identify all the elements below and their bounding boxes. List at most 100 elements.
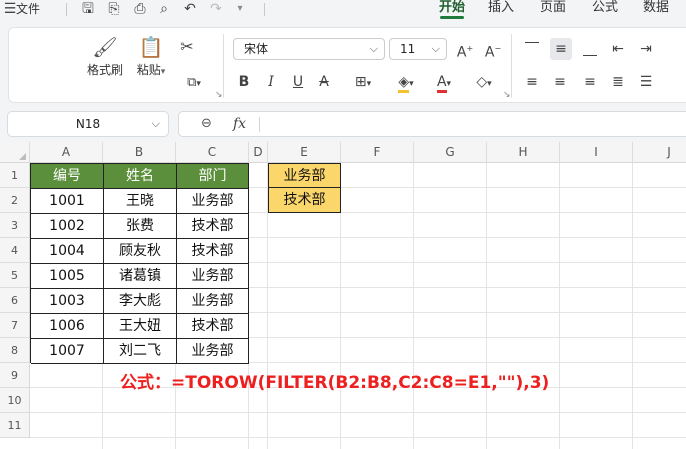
row-header[interactable]: 11 [0,413,30,438]
zoom-formula-icon[interactable]: ⊖ [201,112,212,136]
borders-icon[interactable]: ⊞▾ [349,71,377,93]
insert-function-icon[interactable]: fx [233,112,246,136]
print-icon[interactable]: ⎙ [132,0,148,20]
print-preview-icon[interactable]: ⌕ [156,0,172,20]
align-center-icon[interactable]: ≡ [551,71,569,93]
table-header-cell[interactable]: 部门 [177,164,249,189]
clear-format-icon[interactable]: ◇▾ [469,71,499,93]
increase-font-size-icon[interactable]: A+ [455,38,475,61]
table-cell[interactable]: 业务部 [177,289,249,314]
column-header-a[interactable]: A [30,142,103,163]
table-cell[interactable]: 王大妞 [104,314,177,339]
quick-access-dropdown-icon[interactable]: ▾ [232,0,248,20]
align-top-icon[interactable]: ⎺ [523,38,541,60]
table-header-cell[interactable]: 姓名 [104,164,177,189]
column-header-h[interactable]: H [487,142,560,163]
table-cell[interactable]: 1001 [31,189,104,214]
table-cell[interactable]: 1004 [31,239,104,264]
table-header-cell[interactable]: 编号 [31,164,104,189]
table-cell[interactable]: 王晓 [104,189,177,214]
formula-input-area[interactable]: ⊖ fx [178,111,686,137]
row-header[interactable]: 1 [0,163,30,188]
paste-label: 粘贴▾ [136,63,166,77]
criteria-cell-e1[interactable]: 业务部 [268,163,341,188]
table-cell[interactable]: 业务部 [177,264,249,289]
gridline [30,412,686,413]
align-bottom-icon[interactable]: ⎽ [581,38,599,60]
cut-icon[interactable]: ✂ [177,36,197,58]
row-header[interactable]: 9 [0,363,30,388]
font-color-icon[interactable]: A▾ [429,71,459,93]
paste-button[interactable]: 📋 粘贴▾ [133,35,169,78]
align-middle-icon[interactable]: ≡ [550,38,572,60]
spreadsheet-grid[interactable]: A B C D E F G H I J 1 2 3 4 5 6 7 8 9 10… [0,142,686,449]
name-box[interactable]: N18 ⌵ [7,111,169,137]
employee-table: 编号 姓名 部门 1001 王晓 业务部 1002 张费 技术部 1004 顾友… [30,163,249,364]
table-cell[interactable]: 技术部 [177,239,249,264]
align-left-icon[interactable]: ≡ [523,71,541,93]
justify-icon[interactable]: ≣ [609,71,627,93]
ribbon-divider [223,34,224,98]
table-cell[interactable]: 1005 [31,264,104,289]
bold-icon[interactable]: B [235,71,253,93]
column-header-d[interactable]: D [249,142,268,163]
tab-insert[interactable]: 插入 [488,0,514,20]
table-cell[interactable]: 张费 [104,214,177,239]
column-header-i[interactable]: I [560,142,633,163]
row-header[interactable]: 10 [0,388,30,413]
table-cell[interactable]: 1006 [31,314,104,339]
select-all-corner[interactable] [0,142,30,163]
column-header-f[interactable]: F [341,142,414,163]
copy-icon[interactable]: ⧉▾ [177,72,211,94]
criteria-cell-e2[interactable]: 技术部 [268,188,341,213]
menu-divider [264,3,265,16]
underline-icon[interactable]: U [289,71,307,93]
active-tab-indicator [440,16,464,19]
table-cell[interactable]: 1007 [31,339,104,364]
table-cell[interactable]: 顾友秋 [104,239,177,264]
align-right-icon[interactable]: ≡ [581,71,599,93]
row-header[interactable]: 8 [0,338,30,363]
row-header[interactable]: 2 [0,188,30,213]
font-name-select[interactable]: 宋体 ⌵ [233,38,385,60]
table-cell[interactable]: 技术部 [177,314,249,339]
column-header-b[interactable]: B [103,142,176,163]
column-header-c[interactable]: C [176,142,249,163]
file-menu[interactable]: 文件 [16,0,40,20]
chevron-down-icon: ⌵ [151,117,160,130]
undo-icon[interactable]: ↶ [182,0,198,20]
decrease-indent-icon[interactable]: ⇤ [609,38,627,60]
table-cell[interactable]: 技术部 [177,214,249,239]
decrease-font-size-icon[interactable]: A− [483,38,503,61]
row-header[interactable]: 3 [0,213,30,238]
clipboard-group-launcher-icon[interactable]: ↘ [215,90,223,100]
tab-page[interactable]: 页面 [540,0,566,20]
font-size-select[interactable]: 11 ⌵ [389,38,447,60]
row-header[interactable]: 4 [0,238,30,263]
table-cell[interactable]: 1003 [31,289,104,314]
font-group-launcher-icon[interactable]: ↘ [503,90,511,100]
share-icon[interactable]: ⎘ [106,0,122,20]
table-cell[interactable]: 诸葛镇 [104,264,177,289]
row-header[interactable]: 6 [0,288,30,313]
table-cell[interactable]: 业务部 [177,339,249,364]
redo-icon[interactable]: ↷ [208,0,224,20]
tab-data[interactable]: 数据 [643,0,669,20]
save-icon[interactable]: 🖫 [80,0,96,20]
table-cell[interactable]: 刘二飞 [104,339,177,364]
format-painter-button[interactable]: 🖌 格式刷 [83,35,127,78]
fill-color-icon[interactable]: ◈▾ [391,71,421,93]
table-cell[interactable]: 李大彪 [104,289,177,314]
strikethrough-icon[interactable]: A [315,71,333,93]
column-header-e[interactable]: E [268,142,341,163]
column-header-g[interactable]: G [414,142,487,163]
column-header-j[interactable]: J [633,142,686,163]
row-header[interactable]: 7 [0,313,30,338]
increase-indent-icon[interactable]: ⇥ [637,38,655,60]
row-header[interactable]: 5 [0,263,30,288]
distributed-align-icon[interactable]: ☰ [637,71,655,93]
tab-formulas[interactable]: 公式 [592,0,618,20]
italic-icon[interactable]: I [262,71,280,93]
table-cell[interactable]: 1002 [31,214,104,239]
table-cell[interactable]: 业务部 [177,189,249,214]
